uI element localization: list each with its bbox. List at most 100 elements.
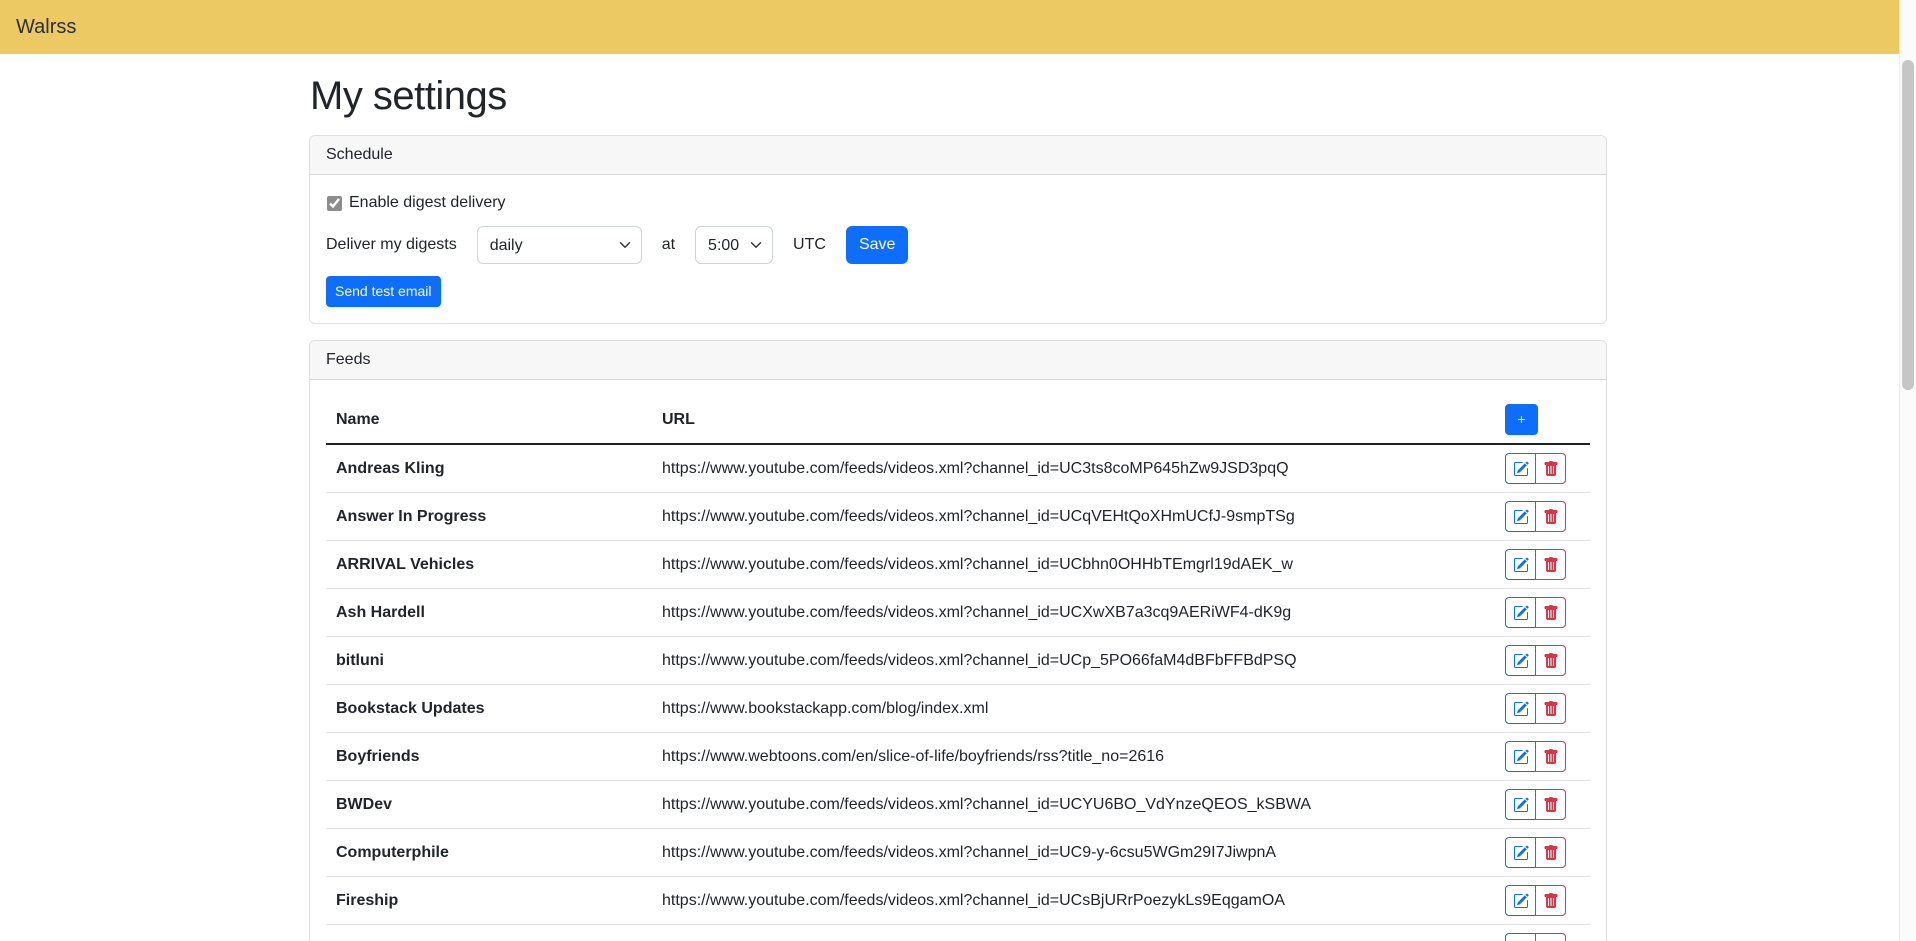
add-feed-button[interactable]: + xyxy=(1505,404,1538,435)
edit-feed-button[interactable] xyxy=(1505,885,1536,916)
edit-feed-button[interactable] xyxy=(1505,789,1536,820)
feed-actions-cell xyxy=(1495,781,1590,829)
feed-table-row: Boyfriends https://www.webtoons.com/en/s… xyxy=(326,733,1590,781)
navbar: Walrss xyxy=(0,0,1916,54)
feed-actions-cell xyxy=(1495,925,1590,941)
delete-feed-button[interactable] xyxy=(1535,933,1566,941)
feed-actions-group xyxy=(1505,453,1566,484)
feed-actions-group xyxy=(1505,741,1566,772)
feed-url: https://www.youtube.com/feeds/videos.xml… xyxy=(652,493,1495,541)
scrollbar-thumb[interactable] xyxy=(1902,60,1914,390)
edit-feed-button[interactable] xyxy=(1505,549,1536,580)
scrollbar[interactable] xyxy=(1899,0,1916,941)
column-header-url: URL xyxy=(652,396,1495,444)
feeds-card-body: Name URL + Andreas Kling https://www.you… xyxy=(310,380,1606,941)
feed-table-row: BWDev https://www.youtube.com/feeds/vide… xyxy=(326,781,1590,829)
feeds-table-header-row: Name URL + xyxy=(326,396,1590,444)
feed-url: https://www.youtube.com/feeds/videos.xml… xyxy=(652,829,1495,877)
delete-feed-button[interactable] xyxy=(1535,885,1566,916)
feed-table-row: Fireship https://www.youtube.com/feeds/v… xyxy=(326,877,1590,925)
feeds-card: Feeds Name URL + xyxy=(309,340,1607,941)
delivery-schedule-row: Deliver my digests daily at 5:00 UTC Sav… xyxy=(326,226,1590,264)
edit-feed-button[interactable] xyxy=(1505,933,1536,941)
edit-feed-button[interactable] xyxy=(1505,453,1536,484)
enable-digest-label[interactable]: Enable digest delivery xyxy=(349,194,506,212)
schedule-card: Schedule Enable digest delivery Deliver … xyxy=(309,135,1607,324)
schedule-card-header: Schedule xyxy=(310,136,1606,175)
pencil-square-icon xyxy=(1513,605,1529,621)
frequency-select-wrap: daily xyxy=(477,226,642,264)
column-header-name: Name xyxy=(326,396,652,444)
edit-feed-button[interactable] xyxy=(1505,693,1536,724)
feed-name: ARRIVAL Vehicles xyxy=(326,541,652,589)
feeds-card-header: Feeds xyxy=(310,341,1606,380)
save-button[interactable]: Save xyxy=(846,226,908,264)
feed-table-row: Computerphile https://www.youtube.com/fe… xyxy=(326,829,1590,877)
feed-table-row: Answer In Progress https://www.youtube.c… xyxy=(326,493,1590,541)
feed-url: https://www.youtube.com/feeds/videos.xml… xyxy=(652,589,1495,637)
delete-feed-button[interactable] xyxy=(1535,837,1566,868)
delete-feed-button[interactable] xyxy=(1535,741,1566,772)
feed-actions-cell xyxy=(1495,829,1590,877)
edit-feed-button[interactable] xyxy=(1505,501,1536,532)
feed-table-row: ARRIVAL Vehicles https://www.youtube.com… xyxy=(326,541,1590,589)
feed-name: bitluni xyxy=(326,637,652,685)
feed-actions-cell xyxy=(1495,685,1590,733)
feed-actions-cell xyxy=(1495,637,1590,685)
trash-icon xyxy=(1543,893,1559,909)
delete-feed-button[interactable] xyxy=(1535,501,1566,532)
edit-feed-button[interactable] xyxy=(1505,837,1536,868)
feed-table-row: Ash Hardell https://www.youtube.com/feed… xyxy=(326,589,1590,637)
trash-icon xyxy=(1543,749,1559,765)
feed-url: https://www.youtube.com/feeds/videos.xml… xyxy=(652,637,1495,685)
pencil-square-icon xyxy=(1513,653,1529,669)
trash-icon xyxy=(1543,845,1559,861)
pencil-square-icon xyxy=(1513,701,1529,717)
navbar-brand[interactable]: Walrss xyxy=(16,16,76,39)
time-select[interactable]: 5:00 xyxy=(695,226,773,264)
feed-actions-cell xyxy=(1495,589,1590,637)
feed-url: https://www.bookstackapp.com/blog/index.… xyxy=(652,685,1495,733)
edit-feed-button[interactable] xyxy=(1505,597,1536,628)
pencil-square-icon xyxy=(1513,797,1529,813)
feed-table-row: Go Time https://changelog.com/gotime/fee… xyxy=(326,925,1590,941)
schedule-card-body: Enable digest delivery Deliver my digest… xyxy=(310,175,1606,323)
feed-name: Fireship xyxy=(326,877,652,925)
delete-feed-button[interactable] xyxy=(1535,789,1566,820)
enable-digest-row: Enable digest delivery xyxy=(327,194,1590,212)
feed-actions-cell xyxy=(1495,493,1590,541)
edit-feed-button[interactable] xyxy=(1505,645,1536,676)
trash-icon xyxy=(1543,701,1559,717)
feed-url: https://www.youtube.com/feeds/videos.xml… xyxy=(652,781,1495,829)
feed-actions-cell xyxy=(1495,444,1590,493)
frequency-select[interactable]: daily xyxy=(477,226,642,264)
feeds-table: Name URL + Andreas Kling https://www.you… xyxy=(326,396,1590,941)
delete-feed-button[interactable] xyxy=(1535,645,1566,676)
feed-name: Go Time xyxy=(326,925,652,941)
feed-actions-group xyxy=(1505,885,1566,916)
edit-feed-button[interactable] xyxy=(1505,741,1536,772)
delete-feed-button[interactable] xyxy=(1535,549,1566,580)
trash-icon xyxy=(1543,461,1559,477)
feed-actions-group xyxy=(1505,597,1566,628)
pencil-square-icon xyxy=(1513,461,1529,477)
at-label: at xyxy=(662,236,675,254)
feed-name: Andreas Kling xyxy=(326,444,652,493)
enable-digest-checkbox[interactable] xyxy=(327,196,342,211)
pencil-square-icon xyxy=(1513,557,1529,573)
feed-table-row: Andreas Kling https://www.youtube.com/fe… xyxy=(326,444,1590,493)
pencil-square-icon xyxy=(1513,893,1529,909)
time-select-wrap: 5:00 xyxy=(695,226,773,264)
feed-table-row: Bookstack Updates https://www.bookstacka… xyxy=(326,685,1590,733)
delete-feed-button[interactable] xyxy=(1535,453,1566,484)
feed-name: Bookstack Updates xyxy=(326,685,652,733)
page-title: My settings xyxy=(310,74,1607,119)
feed-actions-cell xyxy=(1495,877,1590,925)
feed-actions-cell xyxy=(1495,733,1590,781)
feed-url: https://www.youtube.com/feeds/videos.xml… xyxy=(652,877,1495,925)
delete-feed-button[interactable] xyxy=(1535,597,1566,628)
feed-name: Boyfriends xyxy=(326,733,652,781)
feed-actions-group xyxy=(1505,933,1566,941)
delete-feed-button[interactable] xyxy=(1535,693,1566,724)
send-test-email-button[interactable]: Send test email xyxy=(326,276,441,307)
